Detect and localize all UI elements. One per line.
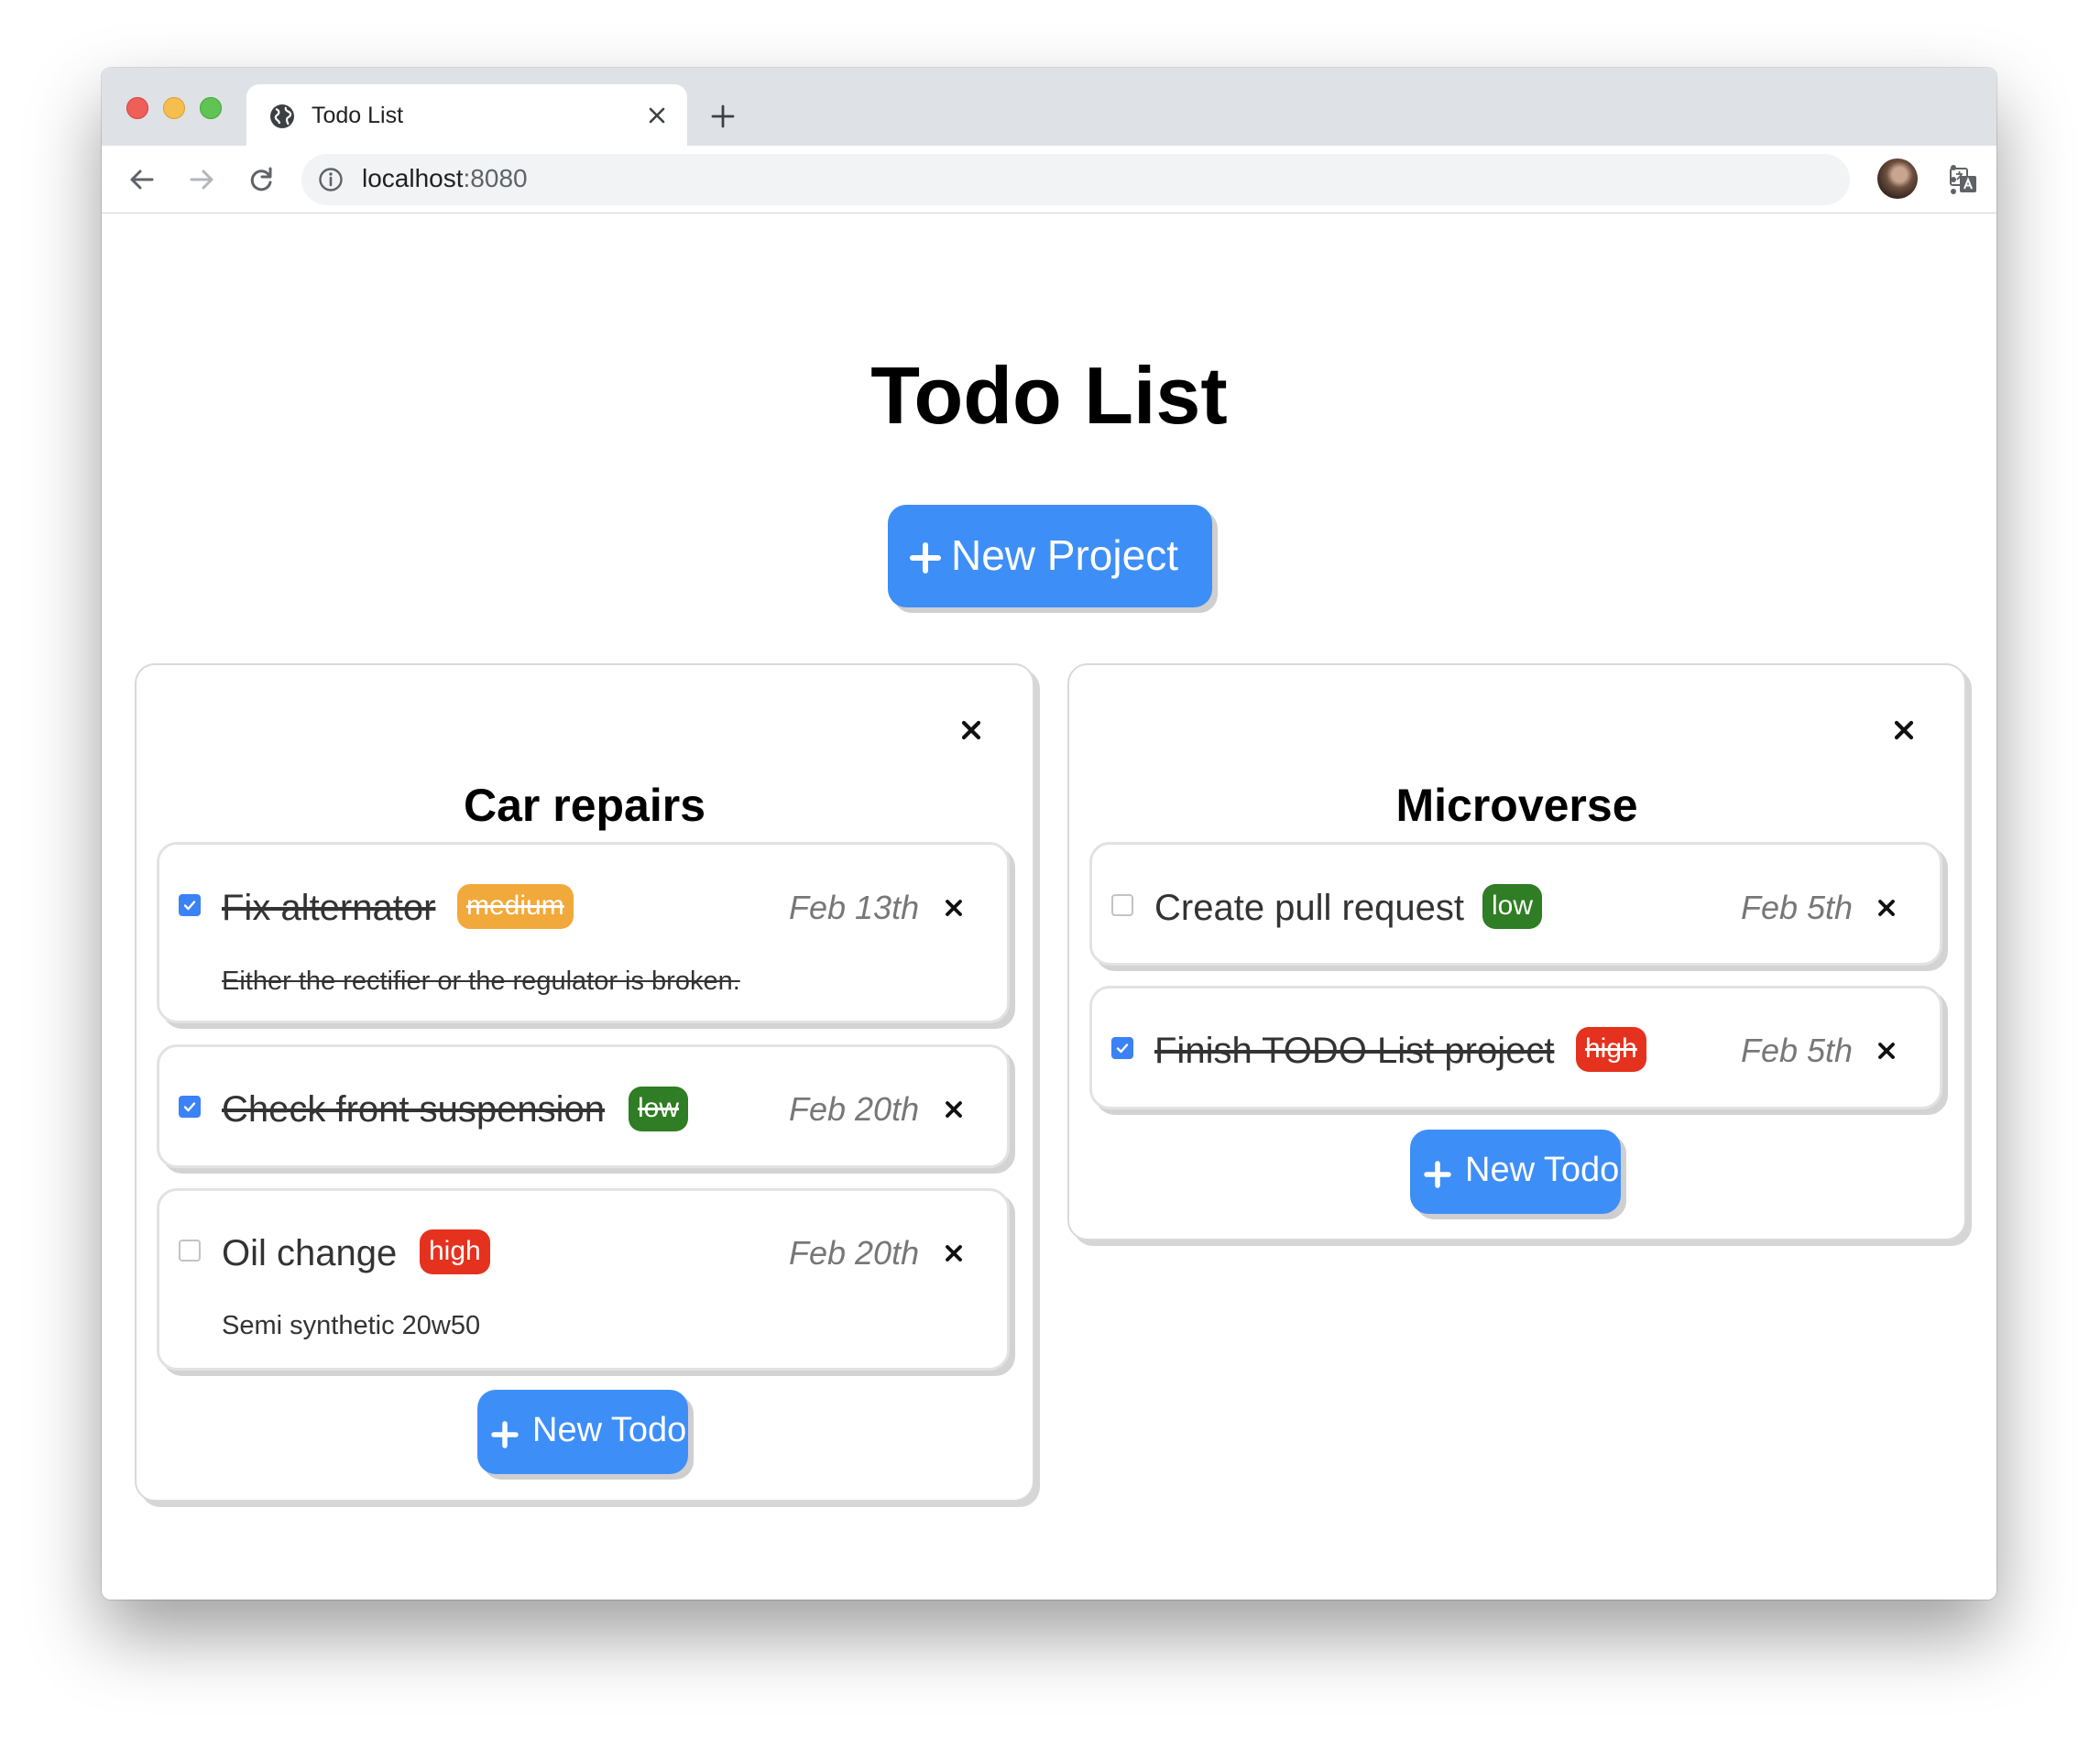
minimize-window-button[interactable]	[163, 97, 185, 119]
project-title: Microverse	[1395, 780, 1638, 831]
todo-checkbox[interactable]	[1111, 1037, 1133, 1059]
todo-item: Create pull request low Feb 5th	[1089, 842, 1942, 966]
tab-strip: Todo List	[102, 68, 1996, 146]
todo-item: Fix alternator medium Feb 13th Either th…	[157, 842, 1010, 1023]
new-todo-button[interactable]: New Todo	[477, 1390, 688, 1474]
plus-icon	[1424, 1161, 1451, 1188]
browser-toolbar: localhost:8080	[102, 146, 1996, 213]
close-window-button[interactable]	[126, 97, 148, 119]
checkmark-icon	[183, 901, 196, 911]
url-host: localhost	[362, 164, 464, 192]
todo-date: Feb 5th	[1741, 889, 1854, 926]
priority-badge: low	[1482, 884, 1543, 929]
new-todo-button[interactable]: New Todo	[1410, 1130, 1621, 1214]
new-tab-plus-icon[interactable]	[709, 103, 737, 130]
close-icon[interactable]	[961, 720, 981, 740]
close-icon[interactable]	[1894, 720, 1914, 740]
todo-note: Semi synthetic 20w50	[222, 1311, 481, 1340]
close-icon[interactable]	[945, 899, 963, 917]
todo-title[interactable]: Oil change	[222, 1235, 397, 1272]
todo-date: Feb 13th	[789, 889, 920, 926]
new-todo-label: New Todo	[1465, 1151, 1620, 1189]
info-icon[interactable]	[318, 167, 344, 192]
kebab-menu-icon[interactable]	[1949, 162, 1958, 197]
priority-badge: high	[420, 1229, 490, 1274]
maximize-window-button[interactable]	[200, 97, 222, 119]
browser-window: Todo List localhost:8080 Todo List New P…	[102, 68, 1996, 1600]
project-title: Car repairs	[463, 780, 706, 831]
checkmark-icon	[183, 1102, 196, 1112]
reload-icon[interactable]	[246, 164, 277, 195]
new-project-button[interactable]: New Project	[888, 505, 1212, 607]
globe-icon	[270, 104, 294, 128]
new-project-label: New Project	[951, 531, 1178, 579]
todo-title[interactable]: Check front suspension	[222, 1091, 605, 1128]
todo-title[interactable]: Finish TODO List project	[1154, 1032, 1554, 1069]
todo-checkbox[interactable]	[179, 894, 201, 916]
arrow-left-icon[interactable]	[126, 164, 158, 195]
tab-title: Todo List	[312, 103, 404, 128]
project-card: Microverse Create pull request low Feb 5…	[1067, 663, 1966, 1240]
todo-checkbox[interactable]	[179, 1096, 201, 1118]
new-todo-label: New Todo	[532, 1411, 687, 1449]
plus-icon	[491, 1421, 519, 1448]
todo-date: Feb 20th	[789, 1090, 920, 1128]
todo-title[interactable]: Create pull request	[1154, 890, 1464, 926]
todo-item: Oil change high Feb 20th Semi synthetic …	[157, 1188, 1010, 1371]
close-icon[interactable]	[646, 104, 668, 126]
url-port: :8080	[463, 164, 528, 192]
arrow-right-icon[interactable]	[186, 164, 217, 195]
todo-item: Finish TODO List project high Feb 5th	[1089, 986, 1942, 1109]
todo-checkbox[interactable]	[179, 1240, 201, 1262]
todo-item: Check front suspension low Feb 20th	[157, 1044, 1010, 1168]
project-card: Car repairs Fix alternator medium Feb 13…	[135, 663, 1034, 1502]
close-icon[interactable]	[945, 1244, 963, 1262]
close-icon[interactable]	[945, 1100, 963, 1119]
page-title: Todo List	[870, 350, 1228, 441]
priority-badge: high	[1576, 1027, 1646, 1072]
address-bar[interactable]: localhost:8080	[301, 154, 1976, 205]
url-text: localhost:8080	[362, 164, 528, 193]
priority-badge: low	[629, 1087, 689, 1131]
avatar[interactable]	[1877, 158, 1918, 199]
page-content: Todo List New Project Car repairs Fix al…	[102, 213, 1996, 1600]
browser-tab[interactable]: Todo List	[246, 84, 687, 146]
priority-badge: medium	[457, 884, 574, 929]
checkmark-icon	[1116, 1043, 1129, 1054]
todo-title[interactable]: Fix alternator	[222, 890, 435, 926]
todo-note: Either the rectifier or the regulator is…	[222, 967, 740, 996]
todo-checkbox[interactable]	[1111, 894, 1133, 916]
todo-date: Feb 5th	[1741, 1032, 1854, 1069]
close-icon[interactable]	[1877, 899, 1896, 917]
plus-icon	[910, 542, 941, 574]
close-icon[interactable]	[1877, 1042, 1896, 1060]
todo-date: Feb 20th	[789, 1234, 920, 1272]
